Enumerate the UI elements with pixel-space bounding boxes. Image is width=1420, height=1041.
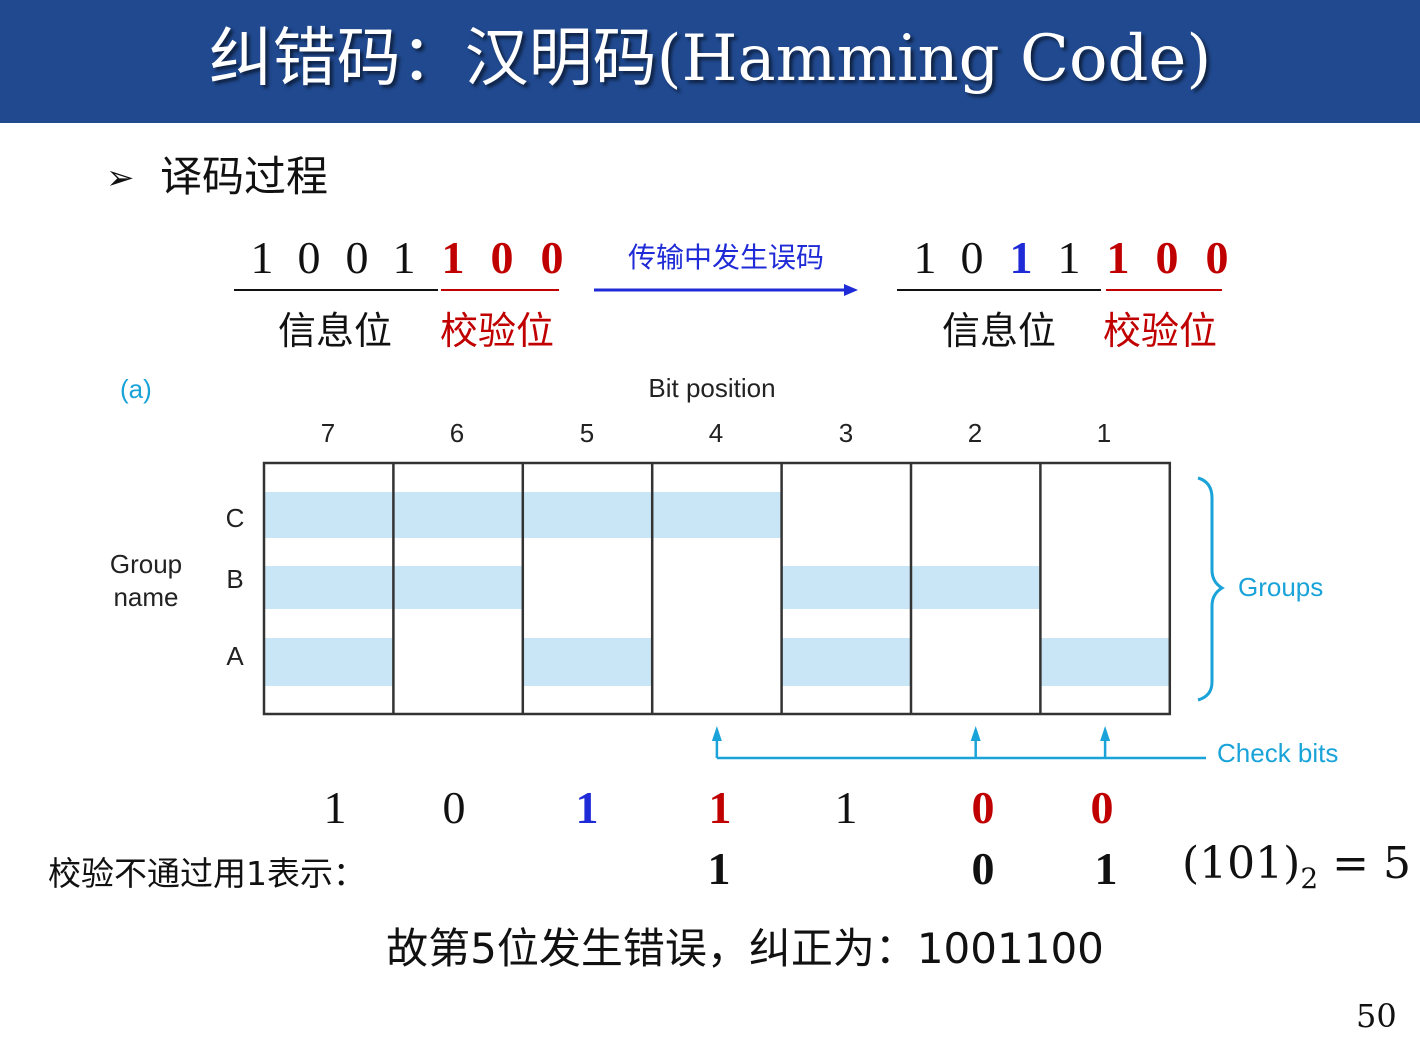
group-band-c <box>264 492 394 538</box>
syndrome-subscript: 2 <box>1300 861 1319 895</box>
group-band-c <box>522 492 653 538</box>
group-band-a <box>264 638 394 686</box>
group-band-b <box>393 566 523 609</box>
received-row-bit: 0 <box>1090 782 1114 833</box>
syndrome-result: = 5 <box>1318 838 1411 889</box>
groups-brace-icon <box>1197 476 1225 702</box>
arrow-up-icon <box>970 726 981 741</box>
group-band-c <box>652 492 782 538</box>
received-row-bit: 1 <box>708 782 732 833</box>
received-row-bit: 1 <box>323 782 347 833</box>
group-band-a <box>781 638 911 686</box>
group-band-c <box>393 492 523 538</box>
check-fail-label: 校验不通过用1表示： <box>48 854 366 893</box>
hamming-group-diagram <box>262 461 1225 760</box>
check-result-value: 0 <box>971 843 995 894</box>
received-row-bit: 0 <box>442 782 466 833</box>
arrow-up-icon <box>1100 726 1111 741</box>
check-result-value: 1 <box>1094 843 1118 894</box>
group-band-b <box>911 566 1041 609</box>
conclusion-text: 故第5位发生错误，纠正为：1001100 <box>386 924 1104 973</box>
received-row-bit: 1 <box>575 782 599 833</box>
received-row-bit: 1 <box>834 782 858 833</box>
syndrome-formula: (101)2 = 5 <box>1182 836 1411 907</box>
page-number: 50 <box>1356 997 1397 1035</box>
arrow-up-icon <box>711 726 722 741</box>
group-band-b <box>781 566 911 609</box>
received-row-bit: 0 <box>971 782 995 833</box>
syndrome-base: (101) <box>1182 838 1301 889</box>
group-band-a <box>1040 638 1170 686</box>
check-result-value: 1 <box>707 843 731 894</box>
group-band-a <box>522 638 653 686</box>
group-band-b <box>264 566 394 609</box>
